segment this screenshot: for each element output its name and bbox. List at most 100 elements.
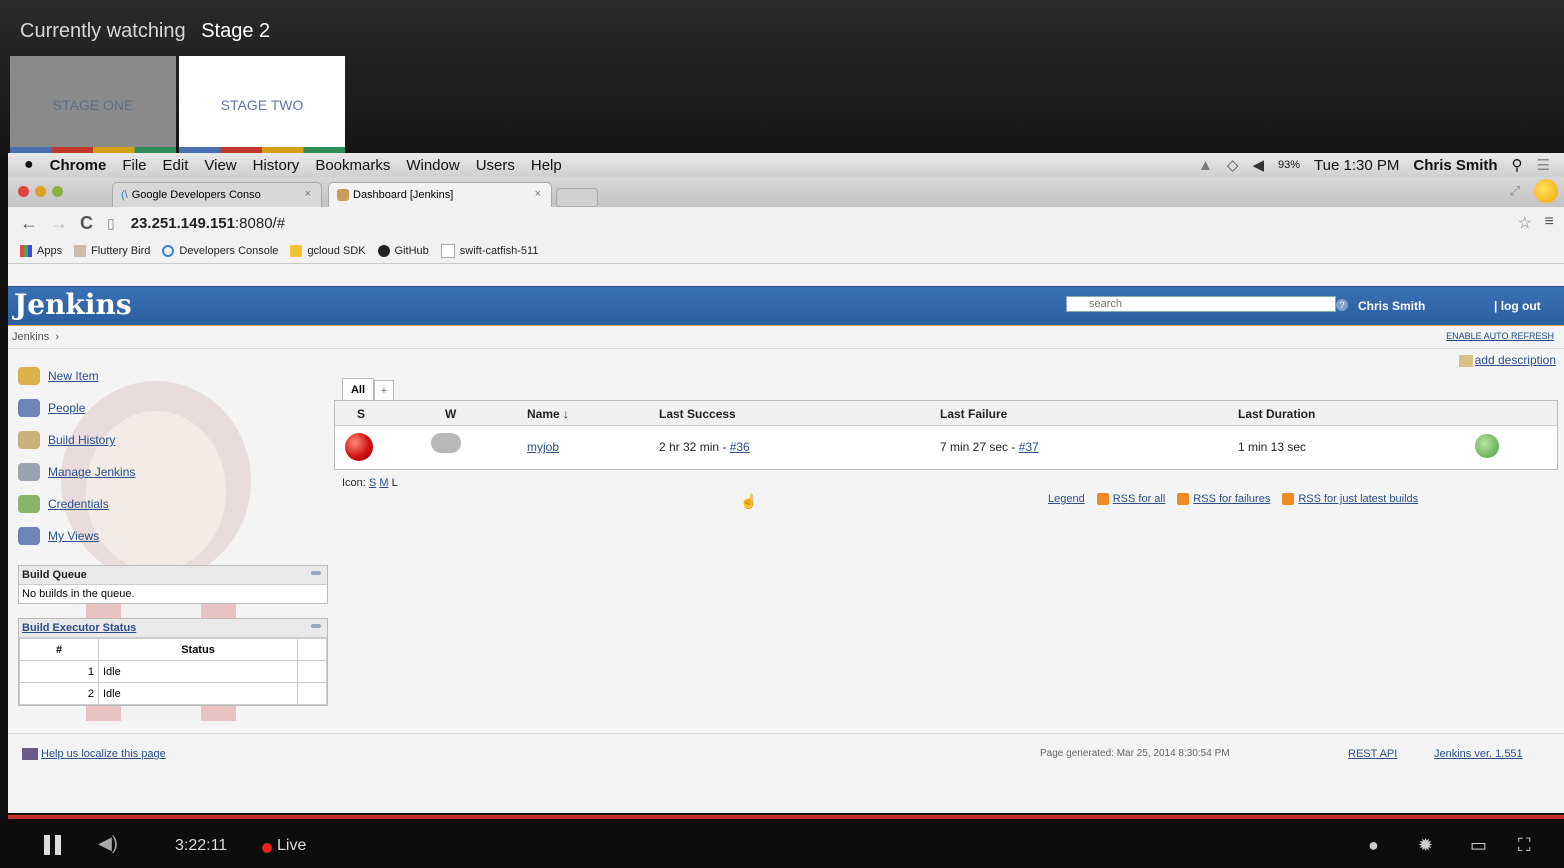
stage-two-label: STAGE TWO xyxy=(220,96,304,113)
sidebar-item-label: People xyxy=(48,401,86,415)
live-label[interactable]: Live xyxy=(277,837,306,855)
col-last-failure[interactable]: Last Failure xyxy=(940,407,1007,421)
menu-file[interactable]: File xyxy=(122,157,146,174)
col-status[interactable]: S xyxy=(357,407,365,421)
col-name[interactable]: Name ↓ xyxy=(527,407,569,421)
menu-help[interactable]: Help xyxy=(531,157,562,174)
executor-spacer xyxy=(297,682,327,705)
menu-users[interactable]: Users xyxy=(476,157,515,174)
breadcrumb-jenkins[interactable]: Jenkins › xyxy=(12,331,59,343)
rest-api-link[interactable]: REST API xyxy=(1348,748,1397,760)
sidebar-item-my-views[interactable]: My Views xyxy=(18,527,99,545)
menu-view[interactable]: View xyxy=(204,157,236,174)
user-link[interactable]: Chris Smith xyxy=(1358,299,1425,313)
search-input[interactable] xyxy=(1066,296,1336,312)
close-tab-icon[interactable]: × xyxy=(305,188,311,200)
stage-one-card[interactable]: STAGE ONE xyxy=(10,56,176,153)
enable-auto-refresh-link[interactable]: ENABLE AUTO REFRESH xyxy=(1446,331,1554,341)
tab-developers-console[interactable]: (\ Google Developers Conso × xyxy=(112,182,322,207)
annotations-icon[interactable]: ● xyxy=(1368,835,1379,856)
build-executor-title-link[interactable]: Build Executor Status xyxy=(22,622,136,634)
fullscreen-icon[interactable]: ⛶ xyxy=(1518,835,1531,856)
col-last-success[interactable]: Last Success xyxy=(659,407,736,421)
settings-gear-icon[interactable]: ✹ xyxy=(1418,835,1433,856)
bookmark-github[interactable]: GitHub xyxy=(377,245,429,257)
weather-cloudy-icon[interactable] xyxy=(431,433,461,453)
notification-icon[interactable]: ▲ xyxy=(1198,157,1213,174)
pause-button[interactable] xyxy=(44,835,66,860)
sidebar-item-credentials[interactable]: Credentials xyxy=(18,495,109,513)
close-tab-icon[interactable]: × xyxy=(535,188,541,200)
menu-bookmarks[interactable]: Bookmarks xyxy=(315,157,390,174)
battery-percent[interactable]: 93% xyxy=(1278,159,1300,171)
rss-failures[interactable]: RSS for failures xyxy=(1177,493,1270,506)
tab-jenkins-dashboard[interactable]: Dashboard [Jenkins] × xyxy=(328,182,552,207)
sidebar-item-manage-jenkins[interactable]: Manage Jenkins xyxy=(18,463,135,481)
bookmark-star-icon[interactable]: ☆ xyxy=(1518,213,1532,233)
clock[interactable]: Tue 1:30 PM xyxy=(1314,157,1399,174)
sidebar-item-build-history[interactable]: Build History xyxy=(18,431,115,449)
volume-icon[interactable]: ◀) xyxy=(98,833,118,854)
last-failure-build-link[interactable]: #37 xyxy=(1019,440,1039,454)
executor-table: # Status 1 Idle 2 Idle xyxy=(19,638,327,705)
bookmark-gcloud-sdk[interactable]: gcloud SDK xyxy=(290,245,366,257)
job-name-link[interactable]: myjob xyxy=(527,440,559,454)
col-weather[interactable]: W xyxy=(445,407,456,421)
icon-size-medium[interactable]: M xyxy=(379,477,388,489)
reload-icon[interactable]: C xyxy=(80,213,93,234)
menu-history[interactable]: History xyxy=(253,157,300,174)
help-localize[interactable]: Help us localize this page xyxy=(22,748,166,761)
close-window-icon[interactable] xyxy=(18,186,29,197)
logout-link[interactable]: | log out xyxy=(1494,299,1541,313)
last-success-build-link[interactable]: #36 xyxy=(730,440,750,454)
new-tab-button[interactable] xyxy=(556,188,598,207)
back-icon[interactable]: ← xyxy=(20,213,38,234)
notification-center-icon[interactable]: ☰ xyxy=(1537,156,1550,174)
stage-two-card[interactable]: STAGE TWO xyxy=(179,56,345,153)
rss-latest[interactable]: RSS for just latest builds xyxy=(1282,493,1418,506)
url-rest: :8080/# xyxy=(235,214,286,232)
executor-status: Idle xyxy=(98,660,298,683)
collapse-icon[interactable] xyxy=(311,624,321,628)
menu-extras: ▲ ◇ ◀ 93% Tue 1:30 PM Chris Smith ⚲ ☰ xyxy=(1198,156,1550,175)
bookmark-swift-catfish[interactable]: swift-catfish-511 xyxy=(440,244,538,258)
sidebar-item-new-item[interactable]: New Item xyxy=(18,367,99,385)
help-icon[interactable]: ? xyxy=(1336,299,1348,311)
tab-all[interactable]: All xyxy=(342,378,374,401)
icon-size-small[interactable]: S xyxy=(369,477,376,489)
col-last-duration[interactable]: Last Duration xyxy=(1238,407,1315,421)
profile-avatar[interactable] xyxy=(1534,179,1558,203)
apps-grid-icon xyxy=(20,245,32,257)
wifi-icon[interactable]: ◇ xyxy=(1227,156,1239,174)
bookmark-fluttery-bird[interactable]: Fluttery Bird xyxy=(74,245,150,257)
progress-bar[interactable] xyxy=(8,815,1564,819)
chrome-menu-icon[interactable]: ≡ xyxy=(1545,213,1554,231)
apple-icon[interactable]: ● xyxy=(24,156,34,174)
jenkins-version-link[interactable]: Jenkins ver. 1.551 xyxy=(1434,748,1523,760)
fullscreen-icon[interactable]: ⤢ xyxy=(1510,183,1520,199)
legend-link[interactable]: Legend xyxy=(1048,493,1085,505)
bookmark-apps[interactable]: Apps xyxy=(20,245,62,257)
menu-edit[interactable]: Edit xyxy=(163,157,189,174)
bookmark-developers-console[interactable]: Developers Console xyxy=(162,245,278,257)
forward-icon[interactable]: → xyxy=(50,213,68,234)
theater-mode-icon[interactable]: ▭ xyxy=(1470,835,1487,856)
add-view-tab[interactable]: + xyxy=(374,380,394,401)
menu-user[interactable]: Chris Smith xyxy=(1413,157,1497,174)
add-description-link[interactable]: add description xyxy=(1458,353,1556,367)
zoom-window-icon[interactable] xyxy=(52,186,63,197)
address-bar[interactable]: 23.251.149.151:8080/# xyxy=(131,215,285,232)
status-red-ball-icon[interactable] xyxy=(345,433,373,461)
sidebar-item-people[interactable]: People xyxy=(18,399,85,417)
rss-all[interactable]: RSS for all xyxy=(1096,493,1165,506)
menu-window[interactable]: Window xyxy=(406,157,459,174)
spotlight-icon[interactable]: ⚲ xyxy=(1512,156,1523,174)
collapse-icon[interactable] xyxy=(311,571,321,575)
tab-title: Dashboard [Jenkins] xyxy=(353,189,454,201)
sidebar-item-label: New Item xyxy=(48,369,99,383)
volume-icon[interactable]: ◀ xyxy=(1252,156,1264,174)
minimize-window-icon[interactable] xyxy=(35,186,46,197)
menu-app-name[interactable]: Chrome xyxy=(50,157,107,174)
schedule-build-icon[interactable] xyxy=(1475,434,1499,458)
jenkins-logo[interactable]: Jenkins xyxy=(14,288,132,321)
